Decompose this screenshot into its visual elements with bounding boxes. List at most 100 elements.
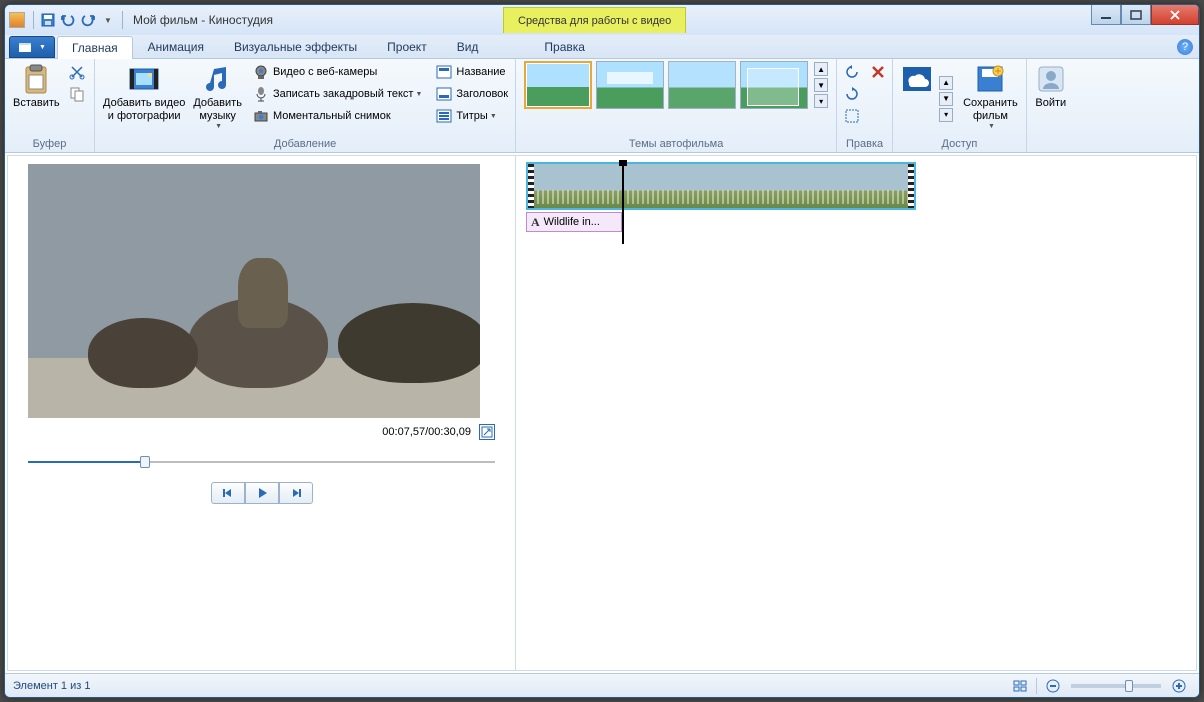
title-button[interactable]: Название <box>433 61 511 83</box>
add-music-label: Добавить музыку <box>193 97 242 123</box>
ribbon: Вставить Буфер Добавить видео и фотограф… <box>5 59 1199 153</box>
redo-qat-button[interactable] <box>78 10 98 30</box>
snapshot-button[interactable]: Моментальный снимок <box>250 105 425 127</box>
maximize-icon <box>1130 10 1142 20</box>
preview-seek-slider[interactable] <box>28 454 495 470</box>
chevron-down-icon: ▼ <box>39 44 46 51</box>
webcam-icon <box>253 64 269 80</box>
webcam-label: Видео с веб-камеры <box>273 66 377 78</box>
rotate-right-icon <box>844 86 860 102</box>
timeline-pane[interactable]: A Wildlife in... <box>516 156 1196 670</box>
copy-icon <box>69 86 85 102</box>
minimize-icon <box>1100 10 1112 20</box>
theme-thumb-1[interactable] <box>524 61 592 109</box>
fullscreen-button[interactable] <box>479 424 495 440</box>
select-all-icon <box>844 108 860 124</box>
camera-icon <box>253 108 269 124</box>
tabstrip: ▼ Главная Анимация Визуальные эффекты Пр… <box>5 35 1199 59</box>
next-frame-button[interactable] <box>279 482 313 504</box>
add-music-button[interactable]: Добавить музыку▼ <box>189 61 246 134</box>
onedrive-button[interactable] <box>897 61 937 99</box>
save-movie-label: Сохранить фильм <box>963 97 1018 123</box>
titlebar: ▼ Мой фильм - Киностудия Средства для ра… <box>5 5 1199 35</box>
theme-thumb-3[interactable] <box>668 61 736 109</box>
redo-icon <box>80 12 96 28</box>
add-group-label: Добавление <box>99 136 511 152</box>
select-all-button[interactable] <box>841 105 867 127</box>
caption-label: Заголовок <box>456 88 508 100</box>
fullscreen-icon <box>481 426 493 438</box>
qat-customize-button[interactable]: ▼ <box>98 10 118 30</box>
tab-view[interactable]: Вид <box>442 35 494 58</box>
separator <box>122 11 123 29</box>
credits-button[interactable]: Титры▼ <box>433 105 511 127</box>
tab-edit[interactable]: Правка <box>529 35 600 58</box>
step-back-icon <box>222 487 234 499</box>
play-button[interactable] <box>245 482 279 504</box>
gallery-expand[interactable]: ▾ <box>814 94 828 108</box>
snapshot-label: Моментальный снимок <box>273 110 391 122</box>
save-movie-button[interactable]: Сохранить фильм▼ <box>959 61 1022 134</box>
minimize-button[interactable] <box>1091 5 1121 25</box>
contextual-tab-label: Средства для работы с видео <box>503 7 686 33</box>
thumbnail-icon <box>1012 678 1028 694</box>
preview-video[interactable] <box>28 164 480 418</box>
seek-thumb[interactable] <box>140 456 150 468</box>
window-title: Мой фильм - Киностудия <box>133 13 273 27</box>
caption-clip[interactable]: A Wildlife in... <box>526 212 622 232</box>
add-videos-button[interactable]: Добавить видео и фотографии <box>99 61 189 125</box>
paste-button[interactable]: Вставить <box>9 61 64 112</box>
zoom-slider[interactable] <box>1071 684 1161 688</box>
zoom-out-button[interactable] <box>1043 676 1063 696</box>
close-button[interactable] <box>1151 5 1199 25</box>
narration-button[interactable]: Записать закадровый текст▼ <box>250 83 425 105</box>
theme-thumb-2[interactable] <box>596 61 664 109</box>
save-movie-icon <box>974 63 1006 95</box>
caption-button[interactable]: Заголовок <box>433 83 511 105</box>
chevron-down-icon: ▼ <box>104 16 112 25</box>
delete-button[interactable] <box>867 61 893 83</box>
video-clip[interactable] <box>526 162 916 210</box>
tab-home[interactable]: Главная <box>57 36 133 59</box>
prev-frame-button[interactable] <box>211 482 245 504</box>
zoom-thumb[interactable] <box>1125 680 1133 692</box>
play-icon <box>256 487 268 499</box>
tab-project[interactable]: Проект <box>372 35 442 58</box>
maximize-button[interactable] <box>1121 5 1151 25</box>
content-area: 00:07,57/00:30,09 <box>7 155 1197 671</box>
share-scroll-down[interactable]: ▼ <box>939 92 953 106</box>
copy-button[interactable] <box>66 83 92 105</box>
title-label: Название <box>456 66 505 78</box>
share-expand[interactable]: ▾ <box>939 108 953 122</box>
cut-button[interactable] <box>66 61 92 83</box>
zoom-in-button[interactable] <box>1169 676 1189 696</box>
gallery-scroll-up[interactable]: ▲ <box>814 62 828 76</box>
chevron-down-icon: ▼ <box>988 123 995 131</box>
undo-qat-button[interactable] <box>58 10 78 30</box>
close-icon <box>1169 10 1181 20</box>
chevron-down-icon: ▼ <box>490 113 497 120</box>
time-display: 00:07,57/00:30,09 <box>382 426 471 438</box>
narration-label: Записать закадровый текст <box>273 88 414 100</box>
film-photo-icon <box>128 63 160 95</box>
help-button[interactable]: ? <box>1177 39 1193 55</box>
save-qat-button[interactable] <box>38 10 58 30</box>
text-icon: A <box>531 215 540 230</box>
webcam-button[interactable]: Видео с веб-камеры <box>250 61 425 83</box>
statusbar: Элемент 1 из 1 <box>5 673 1199 697</box>
edit-group-label: Правка <box>841 136 888 152</box>
chevron-down-icon: ▼ <box>415 91 422 98</box>
timeline-playhead[interactable] <box>622 164 624 244</box>
rotate-right-button[interactable] <box>841 83 867 105</box>
tab-visual-effects[interactable]: Визуальные эффекты <box>219 35 372 58</box>
signin-button[interactable]: Войти <box>1031 61 1071 112</box>
thumbnail-view-button[interactable] <box>1010 676 1030 696</box>
rotate-left-icon <box>844 64 860 80</box>
credits-label: Титры <box>456 110 487 122</box>
theme-thumb-4[interactable] <box>740 61 808 109</box>
file-menu-button[interactable]: ▼ <box>9 36 55 58</box>
gallery-scroll-down[interactable]: ▼ <box>814 78 828 92</box>
share-scroll-up[interactable]: ▲ <box>939 76 953 90</box>
rotate-left-button[interactable] <box>841 61 867 83</box>
tab-animation[interactable]: Анимация <box>133 35 219 58</box>
